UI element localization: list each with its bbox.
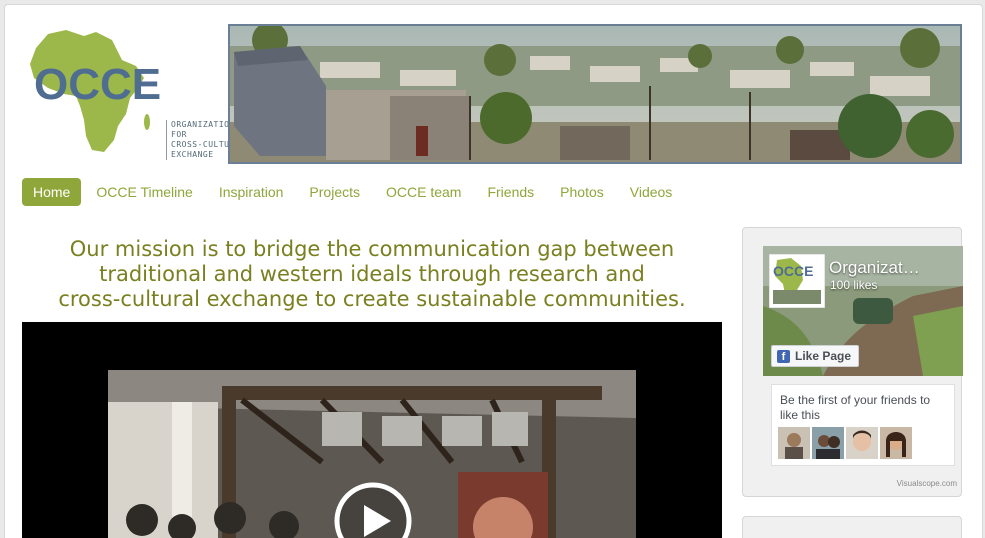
sidebar-widget-2: [742, 516, 962, 538]
friend-avatar[interactable]: [846, 427, 878, 459]
village-photo: [230, 26, 960, 162]
facebook-page-name[interactable]: Organizat…: [829, 258, 959, 278]
mission-line: traditional and western ideals through r…: [99, 262, 645, 286]
facebook-like-count: 100 likes: [830, 278, 878, 292]
friend-avatar[interactable]: [778, 427, 810, 459]
header-banner-image: [228, 24, 962, 164]
facebook-like-page-button[interactable]: f Like Page: [771, 345, 860, 367]
facebook-page-avatar: OCCE: [769, 254, 825, 308]
main-nav: Home OCCE Timeline Inspiration Projects …: [22, 177, 687, 206]
friend-avatar[interactable]: [880, 427, 912, 459]
video-player[interactable]: [22, 322, 722, 538]
mission-line: Our mission is to bridge the communicati…: [69, 237, 675, 261]
sidebar-widget: OCCE Organizat… 100 likes f Like Page Be…: [742, 227, 963, 497]
nav-item-occe-timeline[interactable]: OCCE Timeline: [85, 178, 203, 206]
play-icon[interactable]: [333, 481, 413, 538]
nav-item-home[interactable]: Home: [22, 177, 82, 206]
facebook-icon: f: [777, 349, 790, 363]
nav-item-occe-team[interactable]: OCCE team: [375, 178, 472, 206]
occe-logo[interactable]: OCCE ORGANIZATION FOR CROSS-CULTURAL EXC…: [26, 26, 245, 162]
friend-avatar[interactable]: [812, 427, 844, 459]
friends-avatars: [778, 427, 914, 459]
svg-text:OCCE: OCCE: [773, 263, 813, 279]
nav-item-friends[interactable]: Friends: [476, 178, 545, 206]
nav-item-inspiration[interactable]: Inspiration: [208, 178, 295, 206]
widget-credit[interactable]: Visualscope.com: [897, 479, 957, 488]
friends-like-text: Be the first of your friends to like thi…: [780, 393, 931, 422]
mission-statement: Our mission is to bridge the communicati…: [22, 237, 722, 312]
mission-line: cross-cultural exchange to create sustai…: [58, 287, 686, 311]
nav-item-photos[interactable]: Photos: [549, 178, 615, 206]
facebook-friends-panel: Be the first of your friends to like thi…: [771, 384, 955, 466]
nav-item-videos[interactable]: Videos: [619, 178, 684, 206]
facebook-page-card[interactable]: OCCE Organizat… 100 likes f Like Page: [763, 246, 963, 376]
like-page-label: Like Page: [795, 349, 852, 363]
nav-item-projects[interactable]: Projects: [298, 178, 371, 206]
logo-acronym: OCCE: [34, 60, 162, 109]
